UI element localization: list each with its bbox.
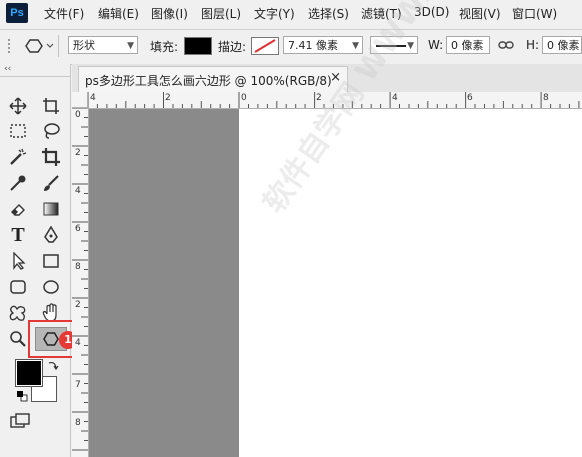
ruler-label: 2 [75, 148, 81, 158]
rounded-rectangle-tool-icon[interactable] [7, 276, 29, 298]
menu-image[interactable]: 图像(I) [151, 5, 188, 22]
ruler-label: 8 [543, 93, 549, 103]
ruler-label: 4 [75, 338, 81, 348]
fill-label: 填充: [150, 40, 179, 54]
ruler-label: 8 [75, 262, 81, 272]
mode-value: 形状 [73, 39, 95, 52]
custom-shape-tool-icon[interactable] [7, 302, 29, 324]
menu-file[interactable]: 文件(F) [44, 5, 84, 22]
ruler-label: 0 [241, 93, 247, 103]
artboard-tool-icon[interactable] [40, 95, 62, 117]
foreground-color-swatch[interactable] [15, 359, 43, 387]
ellipse-tool-icon[interactable] [40, 276, 62, 298]
menu-view[interactable]: 视图(V) [459, 5, 501, 22]
ruler-origin[interactable] [72, 92, 88, 108]
mode-dropdown[interactable]: 形状 ▼ [68, 36, 138, 54]
stroke-width-value: 7.41 像素 [288, 39, 338, 52]
ruler-label: 6 [75, 224, 81, 234]
swap-colors-icon[interactable] [47, 359, 59, 374]
menu-type[interactable]: 文字(Y) [254, 5, 295, 22]
polygon-tool-icon [43, 332, 59, 346]
ruler-label: 2 [75, 300, 81, 310]
eyedropper-tool-icon[interactable] [7, 172, 29, 194]
zoom-tool-icon[interactable] [7, 328, 29, 350]
pen-tool-icon[interactable] [40, 224, 62, 246]
panel-divider [0, 76, 70, 77]
ruler-label: 0 [75, 110, 81, 120]
document-tab[interactable]: ps多边形工具怎么画六边形 @ 100%(RGB/8) × [78, 66, 348, 92]
marquee-tool-icon[interactable] [7, 120, 29, 142]
stroke-label: 描边: [218, 40, 247, 54]
ruler-label: 4 [392, 93, 398, 103]
ruler-label: 8 [75, 418, 81, 428]
chevron-down-icon: ▼ [127, 41, 134, 51]
stroke-swatch[interactable] [251, 37, 279, 55]
ruler-label: 4 [75, 186, 81, 196]
ruler-label: 2 [165, 93, 171, 103]
ruler-label: 6 [467, 93, 473, 103]
eraser-tool-icon[interactable] [7, 198, 29, 220]
link-dimensions-icon[interactable] [498, 39, 514, 54]
width-value: 0 像素 [451, 39, 484, 52]
menu-select[interactable]: 选择(S) [308, 5, 349, 22]
rectangle-tool-icon[interactable] [40, 250, 62, 272]
options-grip [8, 39, 20, 53]
width-field[interactable]: 0 像素 [446, 36, 490, 54]
screen-mode-icon[interactable] [10, 412, 32, 433]
move-tool-icon[interactable] [7, 95, 29, 117]
vertical-ruler-ticks [72, 108, 88, 451]
type-tool-icon[interactable]: T [7, 224, 29, 246]
photoshop-logo-icon: Ps [6, 3, 28, 23]
document-tab-title: ps多边形工具怎么画六边形 @ 100%(RGB/8) [85, 74, 332, 88]
ruler-label: 4 [90, 93, 96, 103]
menu-layer[interactable]: 图层(L) [201, 5, 241, 22]
menu-window[interactable]: 窗口(W) [512, 5, 557, 22]
menu-bar: Ps 文件(F) 编辑(E) 图像(I) 图层(L) 文字(Y) 选择(S) 滤… [0, 0, 582, 28]
default-colors-icon[interactable] [16, 390, 28, 405]
vertical-ruler[interactable]: 0 2 4 6 8 2 4 7 8 [72, 108, 89, 457]
tool-preset-picker[interactable] [20, 37, 54, 58]
crop-tool-icon[interactable] [40, 146, 62, 168]
collapse-panel-icon[interactable]: ‹‹ [4, 64, 11, 74]
menu-edit[interactable]: 编辑(E) [98, 5, 139, 22]
no-stroke-icon [254, 39, 276, 53]
magic-wand-tool-icon[interactable] [7, 146, 29, 168]
separator [58, 35, 59, 57]
height-label: H: [526, 38, 540, 52]
path-selection-tool-icon[interactable] [7, 250, 29, 272]
fill-swatch[interactable] [184, 37, 212, 55]
height-value: 0 像素 [547, 39, 580, 52]
height-field[interactable]: 0 像素 [542, 36, 582, 54]
width-label: W: [428, 38, 444, 52]
gradient-tool-icon[interactable] [40, 198, 62, 220]
hexagon-preset-icon [25, 39, 54, 53]
ruler-label: 7 [75, 380, 81, 390]
pasteboard [89, 109, 239, 457]
lasso-tool-icon[interactable] [40, 120, 62, 142]
brush-tool-icon[interactable] [40, 172, 62, 194]
